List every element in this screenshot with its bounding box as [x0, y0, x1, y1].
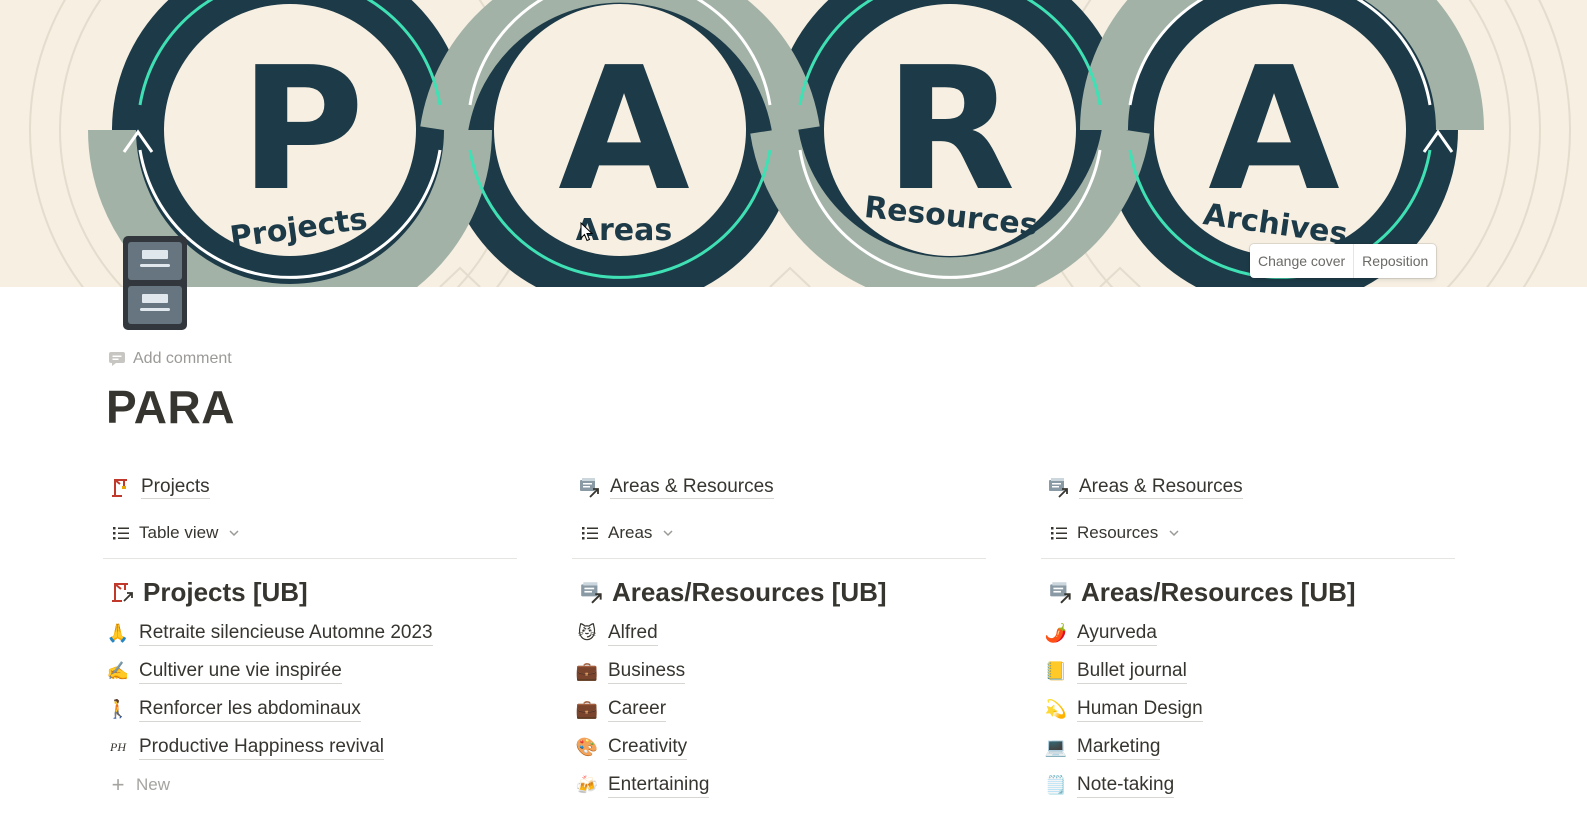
list-item-label: Productive Happiness revival: [139, 735, 385, 760]
view-divider: [572, 558, 986, 568]
new-item-label: New: [136, 775, 171, 794]
list-item-label: Cultiver une vie inspirée: [139, 659, 342, 684]
list-item-label: Human Design: [1077, 697, 1203, 722]
writing-hand-icon: ✍️: [106, 660, 130, 681]
linked-page-projects[interactable]: Projects: [103, 470, 517, 504]
list-item[interactable]: 🙏 Retraite silencieuse Automne 2023: [103, 614, 517, 652]
beer-mugs-icon: 🍻: [575, 774, 599, 795]
walking-person-icon: 🚶: [106, 698, 130, 719]
card-index-arrow-icon: [1047, 578, 1075, 606]
list-item[interactable]: 💼 Business: [572, 652, 986, 690]
reposition-button[interactable]: Reposition: [1353, 244, 1436, 278]
list-item-label: Alfred: [608, 621, 658, 646]
page-title[interactable]: PARA: [106, 380, 235, 434]
list-icon: [582, 527, 598, 540]
list-item[interactable]: 🍻 Entertaining: [572, 766, 986, 804]
view-label: Table view: [139, 523, 219, 542]
linked-page-areas-resources[interactable]: Areas & Resources: [572, 470, 986, 504]
list-item-label: Marketing: [1077, 735, 1161, 760]
linked-page-label: Areas & Resources: [610, 476, 774, 499]
dizzy-star-icon: 💫: [1044, 698, 1068, 719]
briefcase-icon: 💼: [575, 660, 599, 681]
list-icon: [1051, 527, 1067, 540]
list-item-label: Business: [608, 659, 686, 684]
database-title-areas[interactable]: Areas/Resources [UB]: [572, 570, 986, 614]
change-cover-button[interactable]: Change cover: [1250, 244, 1353, 278]
database-title-label: Projects [UB]: [143, 576, 308, 607]
file-cabinet-icon[interactable]: [122, 235, 188, 331]
page-cover: P A R A Projects Areas Resources Archive…: [0, 0, 1587, 287]
list-item[interactable]: ✍️ Cultiver une vie inspirée: [103, 652, 517, 690]
list-item[interactable]: 💫 Human Design: [1041, 690, 1455, 728]
briefcase-icon: 💼: [575, 698, 599, 719]
list-item[interactable]: 📒 Bullet journal: [1041, 652, 1455, 690]
hot-pepper-icon: 🌶️: [1044, 622, 1068, 643]
cover-controls: Change cover Reposition: [1250, 244, 1437, 278]
list-item-label: Note-taking: [1077, 773, 1175, 798]
column-projects: Projects Table view Projects [UB] 🙏 Retr…: [103, 470, 517, 804]
column-resources: Areas & Resources Resources Areas/Resour…: [1041, 470, 1455, 804]
new-item-button[interactable]: + New: [103, 766, 517, 804]
linked-page-label: Projects: [141, 476, 210, 499]
list-item[interactable]: 🗒️ Note-taking: [1041, 766, 1455, 804]
cover-letter-a1: A: [558, 31, 690, 229]
card-index-arrow-icon: [578, 475, 602, 499]
cat-face-icon: 😼: [577, 622, 597, 643]
spiral-notepad-icon: 🗒️: [1044, 774, 1068, 795]
list-item[interactable]: 🚶 Renforcer les abdominaux: [103, 690, 517, 728]
card-index-arrow-icon: [1047, 475, 1071, 499]
chevron-down-icon: [663, 530, 673, 537]
list-item-label: Ayurveda: [1077, 621, 1157, 646]
database-title-resources[interactable]: Areas/Resources [UB]: [1041, 570, 1455, 614]
list-icon: [113, 527, 129, 540]
list-item[interactable]: 😼 Alfred: [572, 614, 986, 652]
mouse-cursor-icon: [580, 222, 593, 242]
view-divider: [1041, 558, 1455, 568]
view-selector-resources[interactable]: Resources: [1041, 516, 1455, 550]
list-item-label: Creativity: [608, 735, 688, 760]
database-title-projects[interactable]: Projects [UB]: [103, 570, 517, 614]
folded-hands-icon: 🙏: [106, 622, 130, 643]
plus-icon: +: [111, 772, 125, 797]
list-item-label: Retraite silencieuse Automne 2023: [139, 621, 433, 646]
card-index-arrow-icon: [578, 578, 606, 606]
view-selector-areas[interactable]: Areas: [572, 516, 986, 550]
list-item[interactable]: 🎨 Creativity: [572, 728, 986, 766]
cover-letter-p: P: [240, 31, 365, 229]
construction-crane-arrow-icon: [109, 578, 137, 606]
view-selector-table-view[interactable]: Table view: [103, 516, 517, 550]
list-item[interactable]: 🌶️ Ayurveda: [1041, 614, 1455, 652]
linked-page-label: Areas & Resources: [1079, 476, 1243, 499]
list-item[interactable]: PH Productive Happiness revival: [103, 728, 517, 766]
laptop-icon: 💻: [1044, 736, 1068, 757]
view-label: Areas: [608, 523, 653, 542]
add-comment-button[interactable]: Add comment: [108, 347, 232, 371]
list-item-label: Entertaining: [608, 773, 710, 798]
add-comment-label: Add comment: [133, 350, 232, 367]
comment-icon: [109, 352, 125, 366]
database-title-label: Areas/Resources [UB]: [1081, 576, 1356, 607]
palette-icon: 🎨: [575, 736, 599, 757]
linked-page-areas-resources[interactable]: Areas & Resources: [1041, 470, 1455, 504]
list-item[interactable]: 💻 Marketing: [1041, 728, 1455, 766]
chevron-down-icon: [229, 530, 239, 537]
ledger-icon: 📒: [1044, 660, 1068, 681]
column-areas: Areas & Resources Areas Areas/Resources …: [572, 470, 986, 804]
chevron-down-icon: [1169, 530, 1179, 537]
list-item[interactable]: 💼 Career: [572, 690, 986, 728]
database-title-label: Areas/Resources [UB]: [612, 576, 887, 607]
ph-logo-icon: PH: [110, 739, 126, 754]
list-item-label: Bullet journal: [1077, 659, 1187, 684]
construction-crane-icon: [109, 475, 133, 499]
view-label: Resources: [1077, 523, 1159, 542]
list-item-label: Career: [608, 697, 667, 722]
view-divider: [103, 558, 517, 568]
list-item-label: Renforcer les abdominaux: [139, 697, 361, 722]
